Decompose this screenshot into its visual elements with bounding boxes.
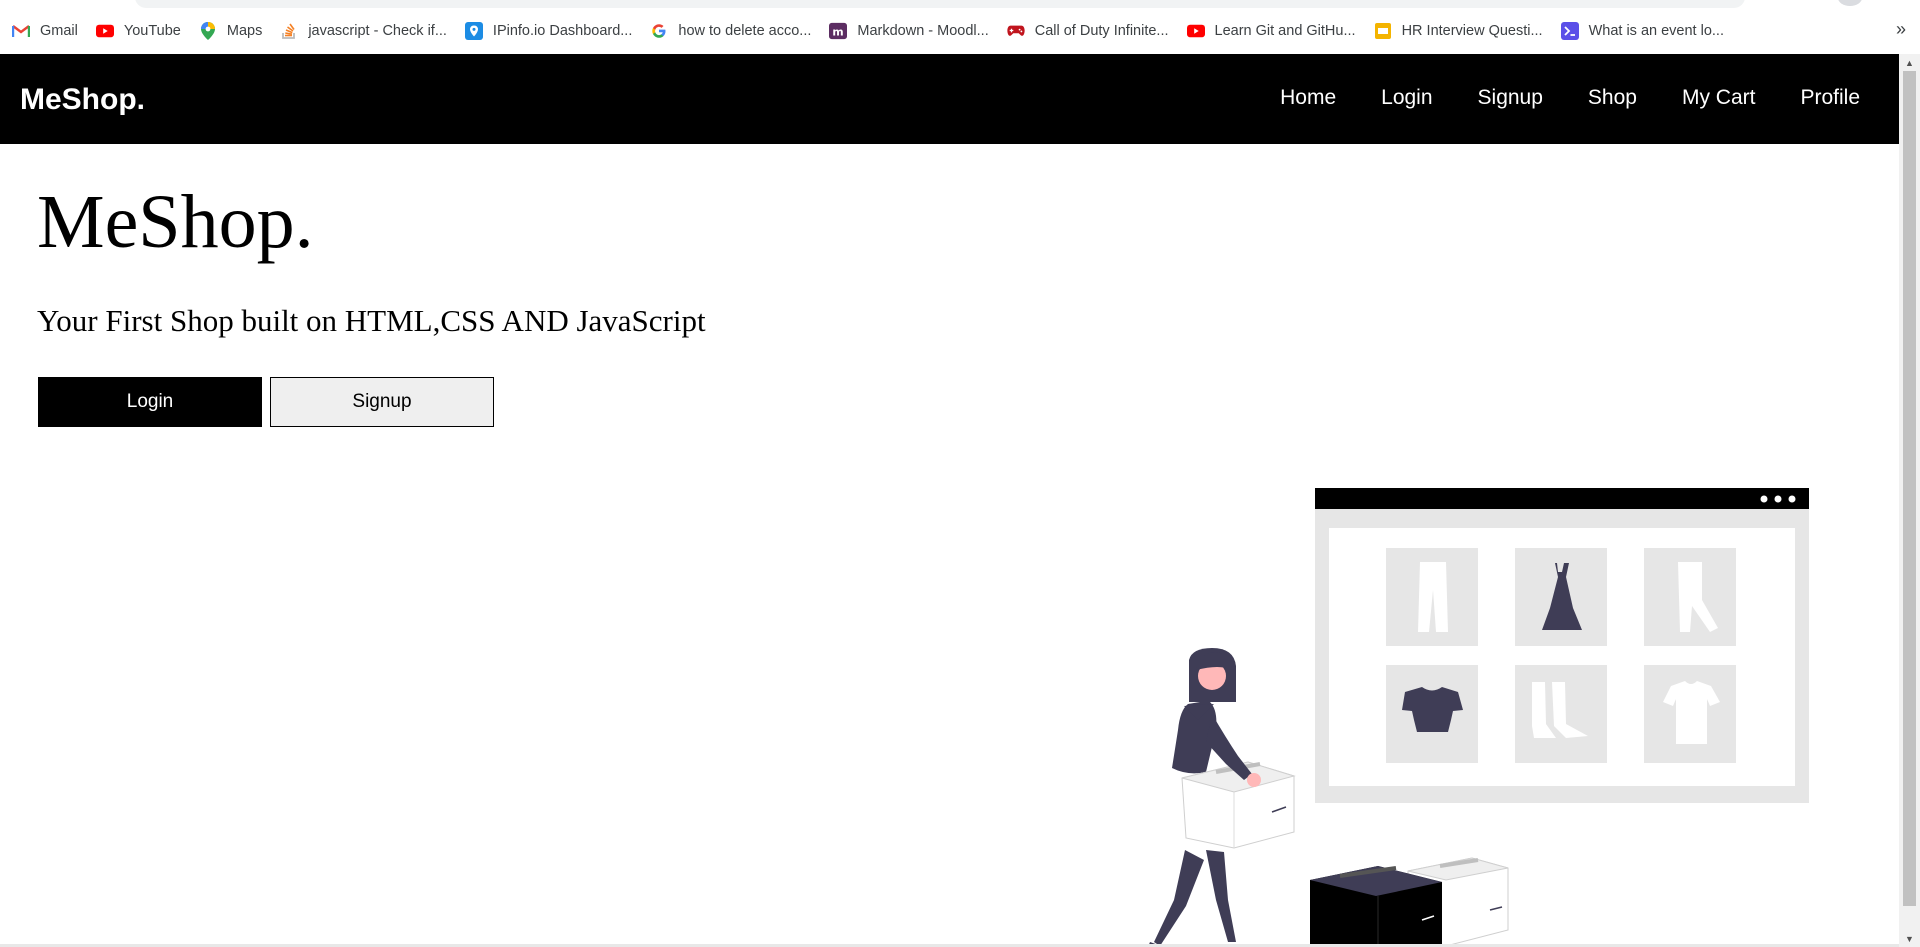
nav-my-cart-link[interactable]: My Cart: [1682, 86, 1756, 110]
gamepad-icon: [1007, 22, 1025, 40]
bookmark-label: Learn Git and GitHu...: [1214, 23, 1356, 39]
shopping-illustration: [1148, 488, 1809, 947]
bookmark-list: Gmail YouTube Maps javascript - Check if…: [0, 18, 1730, 44]
bookmark-google-search[interactable]: how to delete acco...: [646, 18, 817, 44]
hero-login-button[interactable]: Login: [38, 377, 262, 427]
more-bookmarks-button[interactable]: »: [1896, 19, 1906, 40]
stacked-boxes-graphic: [1310, 857, 1509, 947]
slides-icon: [1374, 22, 1392, 40]
bookmark-label: YouTube: [123, 23, 181, 39]
bookmark-label: Call of Duty Infinite...: [1034, 23, 1169, 39]
bookmark-hr-interview[interactable]: HR Interview Questi...: [1370, 18, 1549, 44]
svg-text:m: m: [833, 26, 844, 39]
bookmark-gmail[interactable]: Gmail: [8, 18, 84, 44]
site-navbar: MeShop. Home Login Signup Shop My Cart P…: [0, 54, 1899, 144]
nav-profile-link[interactable]: Profile: [1800, 86, 1860, 110]
hero-title: MeShop.: [37, 180, 314, 264]
bookmark-label: HR Interview Questi...: [1401, 23, 1543, 39]
bookmark-ipinfo[interactable]: IPinfo.io Dashboard...: [461, 18, 638, 44]
youtube-icon: [95, 22, 114, 40]
google-icon: [650, 22, 668, 40]
person-carrying-box-graphic: [1148, 648, 1296, 947]
bookmark-stackoverflow[interactable]: javascript - Check if...: [276, 18, 453, 44]
address-bar[interactable]: [135, 0, 1745, 8]
browser-bookmarks-bar: Gmail YouTube Maps javascript - Check if…: [0, 0, 1920, 55]
youtube-icon: [1186, 22, 1205, 40]
gmail-icon: [12, 22, 30, 40]
moodle-icon: m: [829, 22, 848, 40]
nav-links: Home Login Signup Shop My Cart Profile: [1235, 86, 1860, 110]
bookmark-call-of-duty[interactable]: Call of Duty Infinite...: [1003, 18, 1175, 44]
profile-avatar[interactable]: [1838, 0, 1862, 6]
bookmark-learn-git[interactable]: Learn Git and GitHu...: [1183, 18, 1362, 44]
ipinfo-icon: [464, 22, 483, 40]
bookmark-moodle[interactable]: m Markdown - Moodl...: [825, 18, 994, 44]
bookmark-label: Markdown - Moodl...: [857, 23, 989, 39]
hero-signup-button[interactable]: Signup: [270, 377, 494, 427]
bookmark-label: Gmail: [40, 23, 78, 39]
vertical-scrollbar[interactable]: ▲ ▼: [1899, 54, 1920, 947]
nav-signup-link[interactable]: Signup: [1478, 86, 1543, 110]
store-window-graphic: [1315, 488, 1809, 803]
nav-login-link[interactable]: Login: [1381, 86, 1432, 110]
stackoverflow-icon: [280, 22, 298, 40]
hero-subtitle: Your First Shop built on HTML,CSS AND Ja…: [37, 303, 706, 338]
maps-icon: [199, 22, 217, 40]
bookmark-youtube[interactable]: YouTube: [92, 18, 187, 44]
nav-shop-link[interactable]: Shop: [1588, 86, 1637, 110]
terminal-icon: [1560, 22, 1579, 40]
bookmark-event-loop[interactable]: What is an event lo...: [1557, 18, 1730, 44]
scroll-thumb[interactable]: [1903, 71, 1916, 906]
brand-logo[interactable]: MeShop.: [20, 83, 145, 117]
bookmark-maps[interactable]: Maps: [195, 18, 268, 44]
scroll-down-arrow-icon[interactable]: ▼: [1899, 930, 1920, 947]
bookmark-label: how to delete acco...: [678, 23, 812, 39]
scroll-up-arrow-icon[interactable]: ▲: [1899, 54, 1920, 71]
bookmark-label: IPinfo.io Dashboard...: [492, 23, 633, 39]
bookmark-label: javascript - Check if...: [308, 23, 447, 39]
nav-home-link[interactable]: Home: [1280, 86, 1336, 110]
bookmark-label: Maps: [226, 23, 263, 39]
bookmark-label: What is an event lo...: [1588, 23, 1724, 39]
